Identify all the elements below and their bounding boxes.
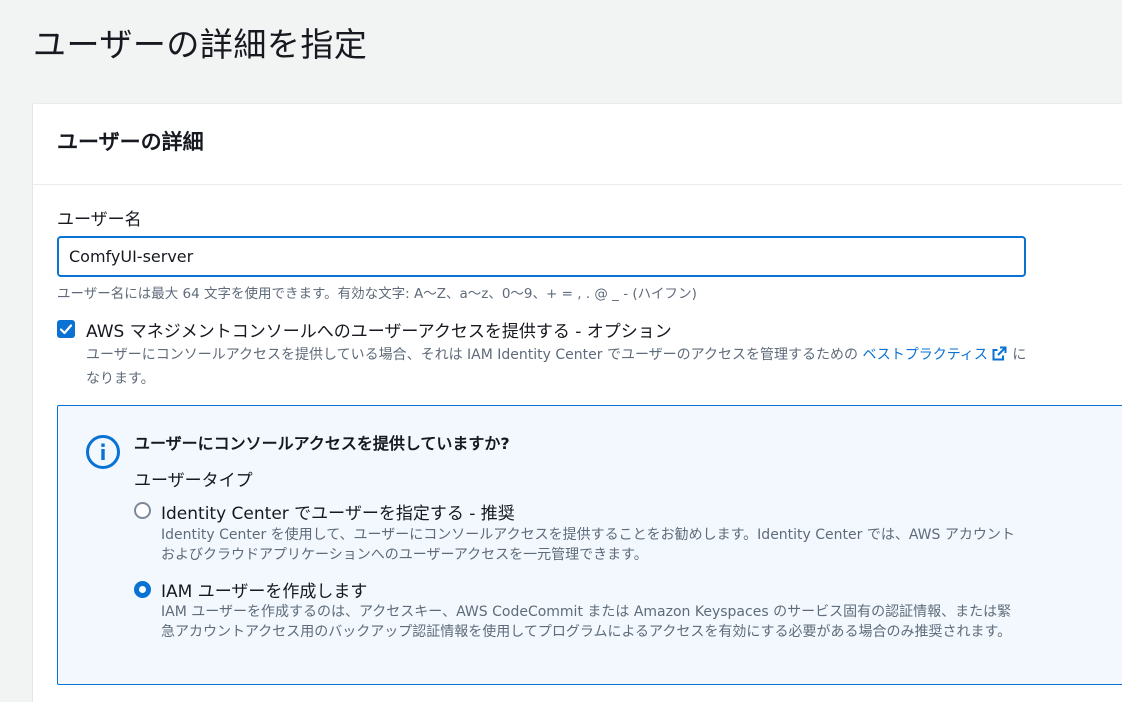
check-icon bbox=[59, 324, 73, 335]
radio-iam-user[interactable] bbox=[134, 581, 151, 598]
console-access-desc-prefix: ユーザーにコンソールアクセスを提供している場合、それは IAM Identity… bbox=[86, 347, 863, 363]
username-label: ユーザー名 bbox=[57, 210, 142, 230]
username-input[interactable] bbox=[57, 236, 1026, 277]
option-identity-center-description: Identity Center を使用して、ユーザーにコンソールアクセスを提供す… bbox=[161, 527, 1015, 563]
best-practices-link-text[interactable]: ベストプラクティス bbox=[862, 347, 987, 363]
username-constraint: ユーザー名には最大 64 文字を使用できます。有効な文字: A～Z、a～z、0～… bbox=[57, 286, 697, 302]
info-heading: ユーザーにコンソールアクセスを提供していますか? bbox=[134, 434, 510, 453]
option-iam-user-description: IAM ユーザーを作成するのは、アクセスキー、AWS CodeCommit また… bbox=[161, 604, 1012, 640]
user-type-label: ユーザータイプ bbox=[134, 471, 253, 491]
radio-identity-center[interactable] bbox=[134, 502, 151, 519]
best-practices-link[interactable]: ベストプラクティス bbox=[862, 346, 1007, 363]
panel-title: ユーザーの詳細 bbox=[57, 130, 204, 154]
console-access-checkbox[interactable] bbox=[57, 320, 75, 338]
console-access-description: ユーザーにコンソールアクセスを提供している場合、それは IAM Identity… bbox=[86, 345, 1036, 390]
user-details-panel: ユーザーの詳細 ユーザー名 ユーザー名には最大 64 文字を使用できます。有効な… bbox=[33, 103, 1122, 702]
external-link-icon[interactable] bbox=[991, 345, 1008, 369]
console-access-info-alert: ユーザーにコンソールアクセスを提供していますか? ユーザータイプ Identit… bbox=[57, 405, 1122, 685]
console-access-label[interactable]: AWS マネジメントコンソールへのユーザーアクセスを提供する - オプション bbox=[86, 317, 672, 342]
info-icon bbox=[85, 434, 121, 474]
option-iam-user-label[interactable]: IAM ユーザーを作成します bbox=[161, 577, 367, 602]
page-title: ユーザーの詳細を指定 bbox=[33, 25, 368, 64]
panel-header: ユーザーの詳細 bbox=[33, 104, 1122, 185]
option-identity-center-label[interactable]: Identity Center でユーザーを指定する - 推奨 bbox=[161, 499, 515, 524]
